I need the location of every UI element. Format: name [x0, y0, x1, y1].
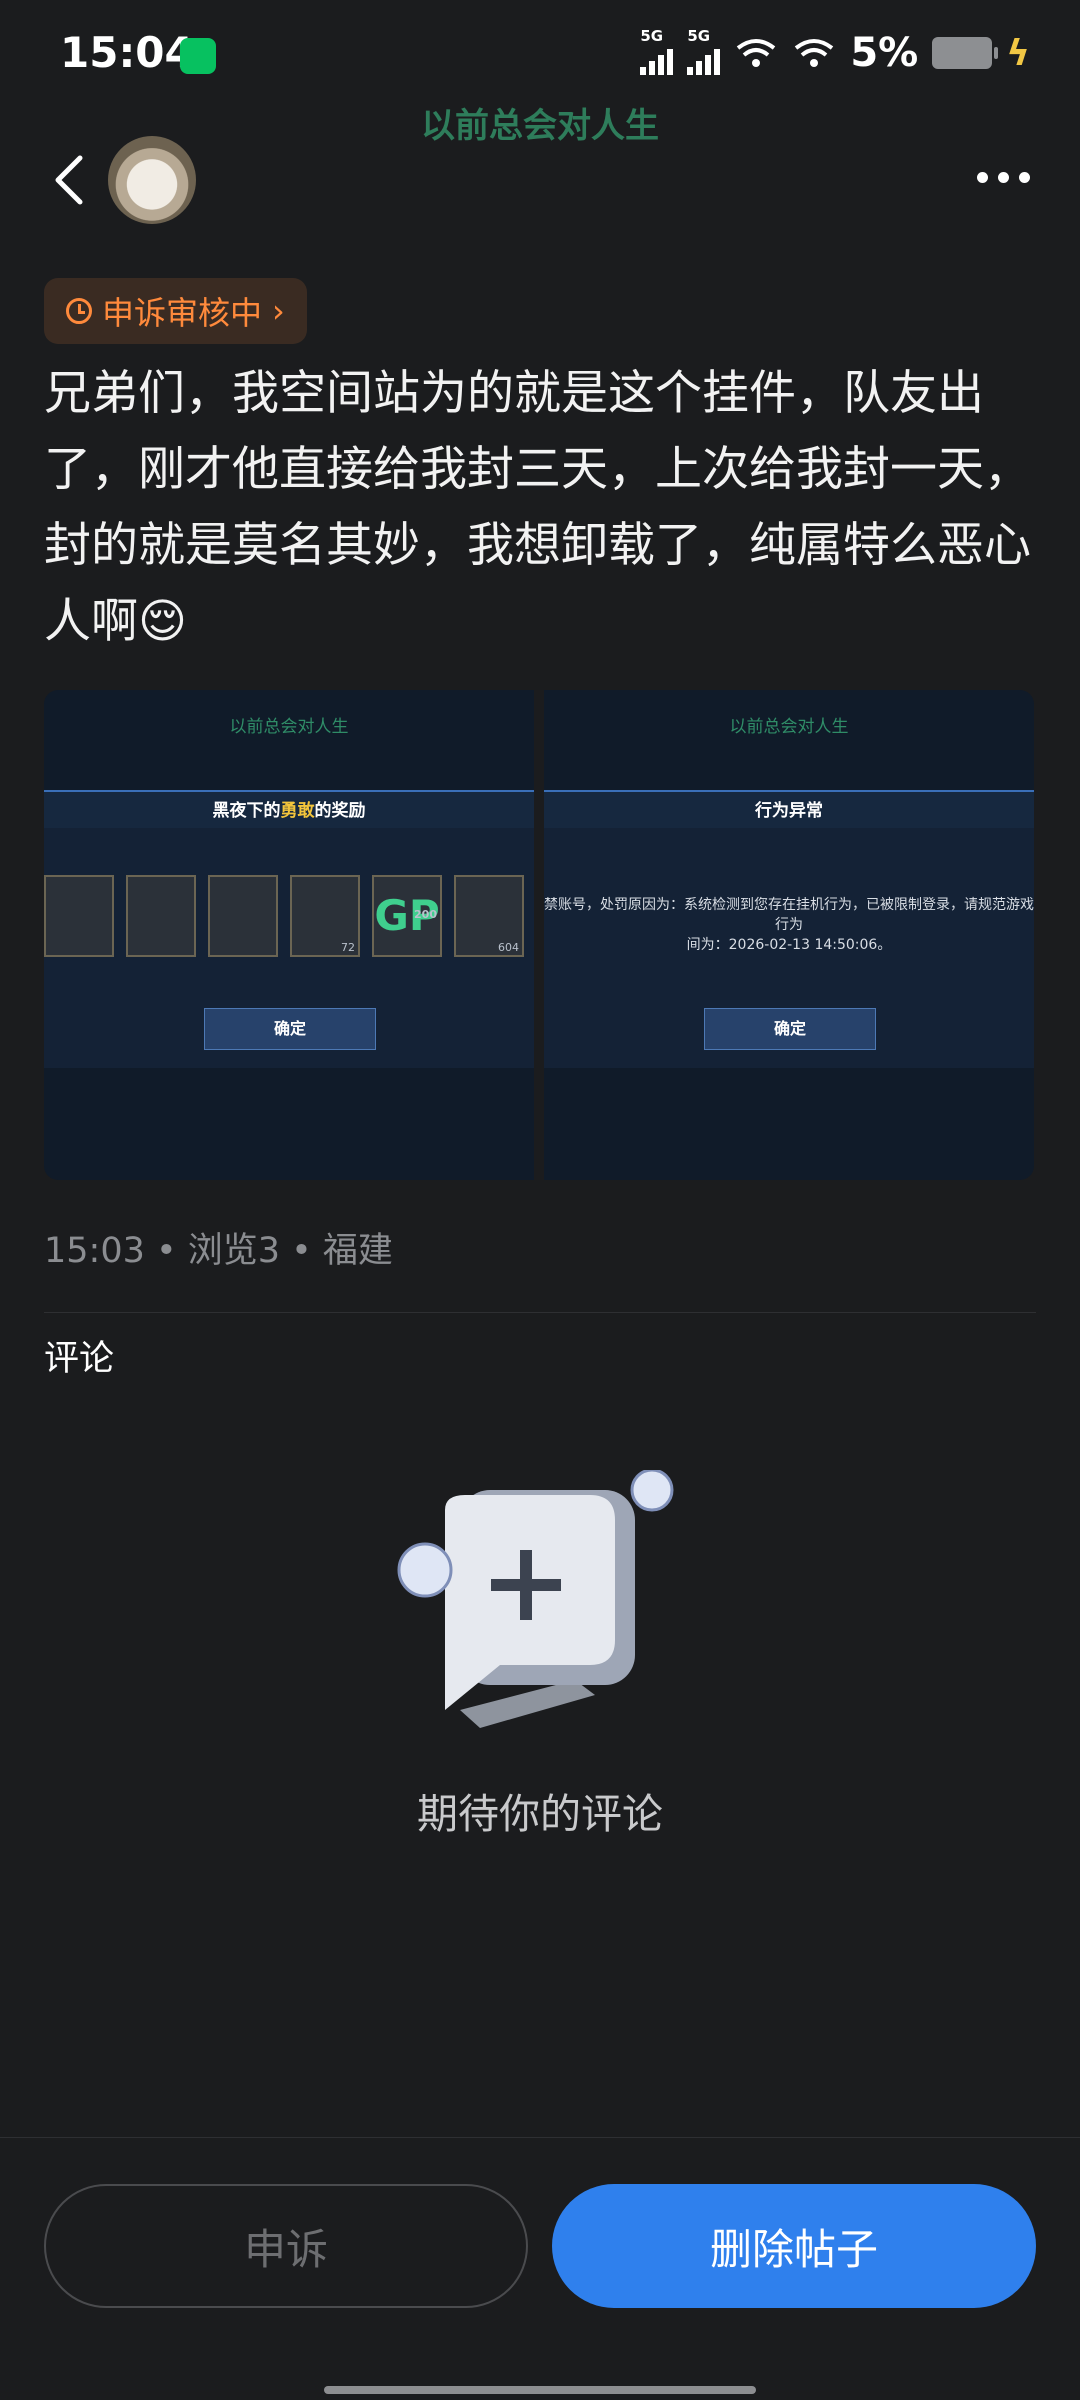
battery-percent: 5% — [850, 30, 919, 76]
wifi-icon — [795, 39, 834, 67]
reward-item — [208, 875, 278, 957]
image-header-text: 以前总会对人生 — [729, 717, 849, 737]
empty-comments-text: 期待你的评论 — [417, 1790, 663, 1838]
charging-icon: ϟ — [1006, 32, 1030, 74]
status-time: 15:04 — [60, 28, 194, 77]
reward-items: 72 GP 200 604 — [44, 875, 524, 957]
signal-icon-2: 5G — [687, 27, 721, 75]
status-icons: 5G 5G 5% ϟ — [640, 27, 1030, 76]
back-icon[interactable] — [50, 150, 90, 210]
empty-comment-icon — [397, 1470, 674, 1728]
post-meta: 15:03 • 浏览3 • 福建 — [44, 1231, 393, 1271]
reward-item: GP 200 — [372, 875, 442, 957]
signal-icon: 5G — [640, 27, 674, 75]
image-message: 禁账号，处罚原因为：系统检测到您存在挂机行为，已被限制登录，请规范游戏行为 间为… — [544, 897, 1034, 953]
image-band-title: 黑夜下的勇敢的奖励 — [44, 790, 534, 830]
battery-icon — [932, 37, 999, 69]
post-image[interactable]: 以前总会对人生 黑夜下的勇敢的奖励 72 GP 200 604 确定 — [44, 690, 534, 1180]
reward-item — [44, 875, 114, 957]
reward-item — [126, 875, 196, 957]
reward-item: 72 — [290, 875, 360, 957]
image-confirm-button: 确定 — [204, 1008, 376, 1050]
wifi-icon — [737, 39, 776, 67]
image-header-text: 以前总会对人生 — [229, 717, 349, 737]
avatar[interactable] — [108, 136, 196, 224]
post-body: 兄弟们，我空间站为的就是这个挂件，队友出了，刚才他直接给我封三天，上次给我封一天… — [44, 366, 1031, 649]
more-icon[interactable] — [977, 172, 1030, 183]
appeal-button[interactable]: 申诉 — [44, 2184, 528, 2308]
comments-heading: 评论 — [44, 1339, 115, 1379]
divider — [0, 2137, 1080, 2138]
divider — [44, 1312, 1036, 1313]
chevron-right-icon: › — [272, 292, 285, 330]
wechat-icon — [180, 38, 216, 74]
status-badge-label: 申诉审核中 — [102, 294, 263, 332]
post-image[interactable]: 以前总会对人生 行为异常 禁账号，处罚原因为：系统检测到您存在挂机行为，已被限制… — [544, 690, 1034, 1180]
home-indicator[interactable] — [324, 2386, 756, 2394]
image-confirm-button: 确定 — [704, 1008, 876, 1050]
delete-post-button[interactable]: 删除帖子 — [552, 2184, 1036, 2308]
clock-icon — [66, 298, 92, 324]
image-band-title: 行为异常 — [544, 790, 1034, 830]
reward-item: 604 — [454, 875, 524, 957]
status-badge[interactable]: 申诉审核中 › — [44, 278, 307, 344]
